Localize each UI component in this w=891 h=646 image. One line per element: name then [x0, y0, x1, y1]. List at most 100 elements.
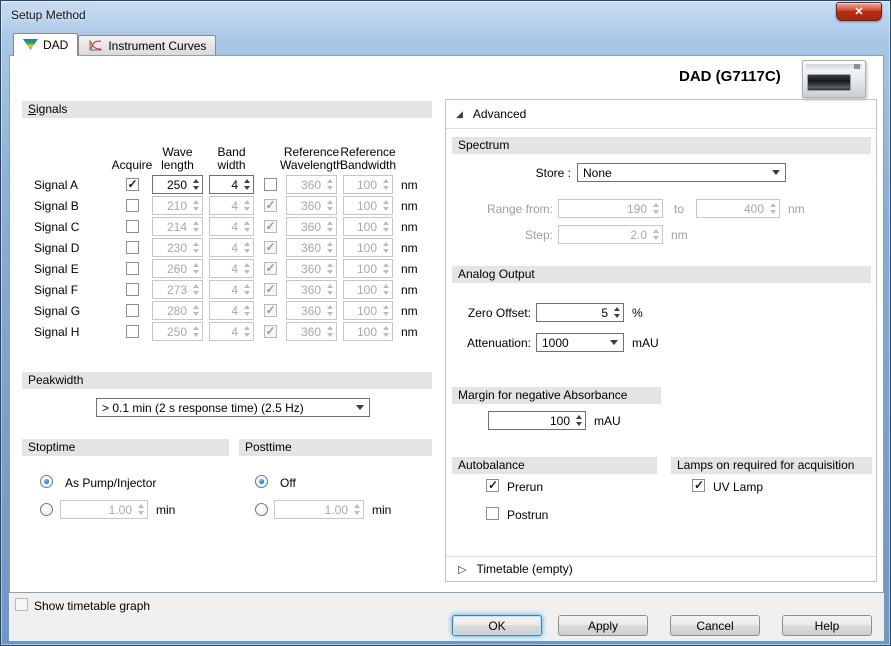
help-button[interactable]: Help: [782, 615, 872, 636]
spinner-up-icon[interactable]: [193, 263, 199, 267]
wavelength-spinner-arrows[interactable]: [191, 242, 202, 253]
spinner-down-icon[interactable]: [244, 228, 250, 232]
spinner-down-icon[interactable]: [244, 270, 250, 274]
posttime-custom-radio[interactable]: [255, 503, 268, 516]
reference-bandwidth-spinner[interactable]: 100: [343, 322, 393, 341]
spinner-up-icon[interactable]: [770, 203, 776, 207]
wavelength-spinner-arrows[interactable]: [191, 284, 202, 295]
reference-checkbox[interactable]: [264, 325, 277, 338]
show-timetable-graph-checkbox[interactable]: [15, 598, 28, 611]
spinner-down-icon[interactable]: [138, 511, 144, 515]
spinner-down-icon[interactable]: [327, 186, 333, 190]
spinner-up-icon[interactable]: [193, 284, 199, 288]
bandwidth-spinner-arrows[interactable]: [242, 200, 253, 211]
reference-bandwidth-spinner[interactable]: 100: [343, 259, 393, 278]
wavelength-spinner[interactable]: 273: [152, 280, 203, 299]
reference-bandwidth-spinner-arrows[interactable]: [381, 326, 392, 337]
prerun-checkbox[interactable]: [486, 479, 499, 492]
postrun-checkbox[interactable]: [486, 507, 499, 520]
spinner-up-icon[interactable]: [327, 326, 333, 330]
reference-bandwidth-spinner-arrows[interactable]: [381, 284, 392, 295]
reference-bandwidth-spinner-arrows[interactable]: [381, 305, 392, 316]
tab-instrument-curves[interactable]: Instrument Curves: [78, 35, 216, 55]
spinner-down-icon[interactable]: [244, 186, 250, 190]
spinner-down-icon[interactable]: [327, 312, 333, 316]
reference-checkbox[interactable]: [264, 262, 277, 275]
wavelength-spinner[interactable]: 250: [152, 322, 203, 341]
reference-bandwidth-spinner-arrows[interactable]: [381, 179, 392, 190]
reference-wavelength-spinner[interactable]: 360: [286, 175, 337, 194]
reference-wavelength-spinner-arrows[interactable]: [325, 221, 336, 232]
uv-lamp-checkbox[interactable]: [692, 479, 705, 492]
stoptime-custom-radio[interactable]: [40, 503, 53, 516]
wavelength-spinner[interactable]: 214: [152, 217, 203, 236]
reference-wavelength-spinner[interactable]: 360: [286, 238, 337, 257]
spinner-down-icon[interactable]: [383, 186, 389, 190]
acquire-checkbox[interactable]: [126, 241, 139, 254]
reference-bandwidth-spinner[interactable]: 100: [343, 196, 393, 215]
spinner-down-icon[interactable]: [327, 207, 333, 211]
reference-bandwidth-spinner-arrows[interactable]: [381, 221, 392, 232]
advanced-expander[interactable]: ◢ Advanced: [446, 100, 876, 129]
spinner-up-icon[interactable]: [244, 305, 250, 309]
reference-bandwidth-spinner-arrows[interactable]: [381, 242, 392, 253]
reference-checkbox[interactable]: [264, 199, 277, 212]
spinner-up-icon[interactable]: [576, 415, 582, 419]
peakwidth-dropdown[interactable]: > 0.1 min (2 s response time) (2.5 Hz): [96, 398, 370, 417]
spinner-up-icon[interactable]: [244, 326, 250, 330]
wavelength-spinner[interactable]: 230: [152, 238, 203, 257]
wavelength-spinner[interactable]: 280: [152, 301, 203, 320]
spinner-up-icon[interactable]: [244, 221, 250, 225]
spinner-down-icon[interactable]: [383, 333, 389, 337]
bandwidth-spinner-arrows[interactable]: [242, 263, 253, 274]
acquire-checkbox[interactable]: [126, 199, 139, 212]
reference-wavelength-spinner[interactable]: 360: [286, 322, 337, 341]
range-to-spinner[interactable]: 400: [696, 199, 780, 218]
spinner-down-icon[interactable]: [383, 291, 389, 295]
reference-bandwidth-spinner[interactable]: 100: [343, 301, 393, 320]
bandwidth-spinner[interactable]: 4: [209, 196, 254, 215]
reference-wavelength-spinner-arrows[interactable]: [325, 305, 336, 316]
wavelength-spinner[interactable]: 210: [152, 196, 203, 215]
spinner-down-icon[interactable]: [327, 333, 333, 337]
zero-offset-arrows[interactable]: [612, 307, 623, 318]
spinner-up-icon[interactable]: [193, 242, 199, 246]
posttime-value-spinner[interactable]: 1.00: [274, 500, 364, 519]
bandwidth-spinner[interactable]: 4: [209, 301, 254, 320]
spinner-up-icon[interactable]: [327, 221, 333, 225]
spinner-up-icon[interactable]: [138, 504, 144, 508]
wavelength-spinner-arrows[interactable]: [191, 221, 202, 232]
spinner-up-icon[interactable]: [653, 229, 659, 233]
step-spinner[interactable]: 2.0: [558, 225, 663, 244]
spinner-down-icon[interactable]: [193, 249, 199, 253]
spinner-down-icon[interactable]: [327, 249, 333, 253]
spinner-down-icon[interactable]: [576, 422, 582, 426]
spinner-up-icon[interactable]: [327, 242, 333, 246]
reference-bandwidth-spinner-arrows[interactable]: [381, 263, 392, 274]
posttime-spinner-arrows[interactable]: [352, 504, 363, 515]
store-dropdown[interactable]: None: [577, 163, 786, 182]
stoptime-value-spinner[interactable]: 1.00: [60, 500, 148, 519]
close-button[interactable]: ✕: [836, 2, 882, 21]
bandwidth-spinner-arrows[interactable]: [242, 284, 253, 295]
reference-wavelength-spinner[interactable]: 360: [286, 301, 337, 320]
reference-wavelength-spinner-arrows[interactable]: [325, 242, 336, 253]
bandwidth-spinner[interactable]: 4: [209, 175, 254, 194]
acquire-checkbox[interactable]: [126, 283, 139, 296]
spinner-down-icon[interactable]: [193, 312, 199, 316]
spinner-down-icon[interactable]: [383, 249, 389, 253]
acquire-checkbox[interactable]: [126, 262, 139, 275]
acquire-checkbox[interactable]: [126, 304, 139, 317]
wavelength-spinner-arrows[interactable]: [191, 263, 202, 274]
reference-wavelength-spinner[interactable]: 360: [286, 280, 337, 299]
spinner-down-icon[interactable]: [770, 210, 776, 214]
spinner-down-icon[interactable]: [193, 186, 199, 190]
spinner-down-icon[interactable]: [383, 270, 389, 274]
spinner-up-icon[interactable]: [327, 305, 333, 309]
spinner-up-icon[interactable]: [383, 179, 389, 183]
spinner-up-icon[interactable]: [383, 242, 389, 246]
bandwidth-spinner-arrows[interactable]: [242, 305, 253, 316]
spinner-up-icon[interactable]: [383, 326, 389, 330]
timetable-expander[interactable]: ▷ Timetable (empty): [446, 556, 876, 581]
spinner-up-icon[interactable]: [244, 200, 250, 204]
